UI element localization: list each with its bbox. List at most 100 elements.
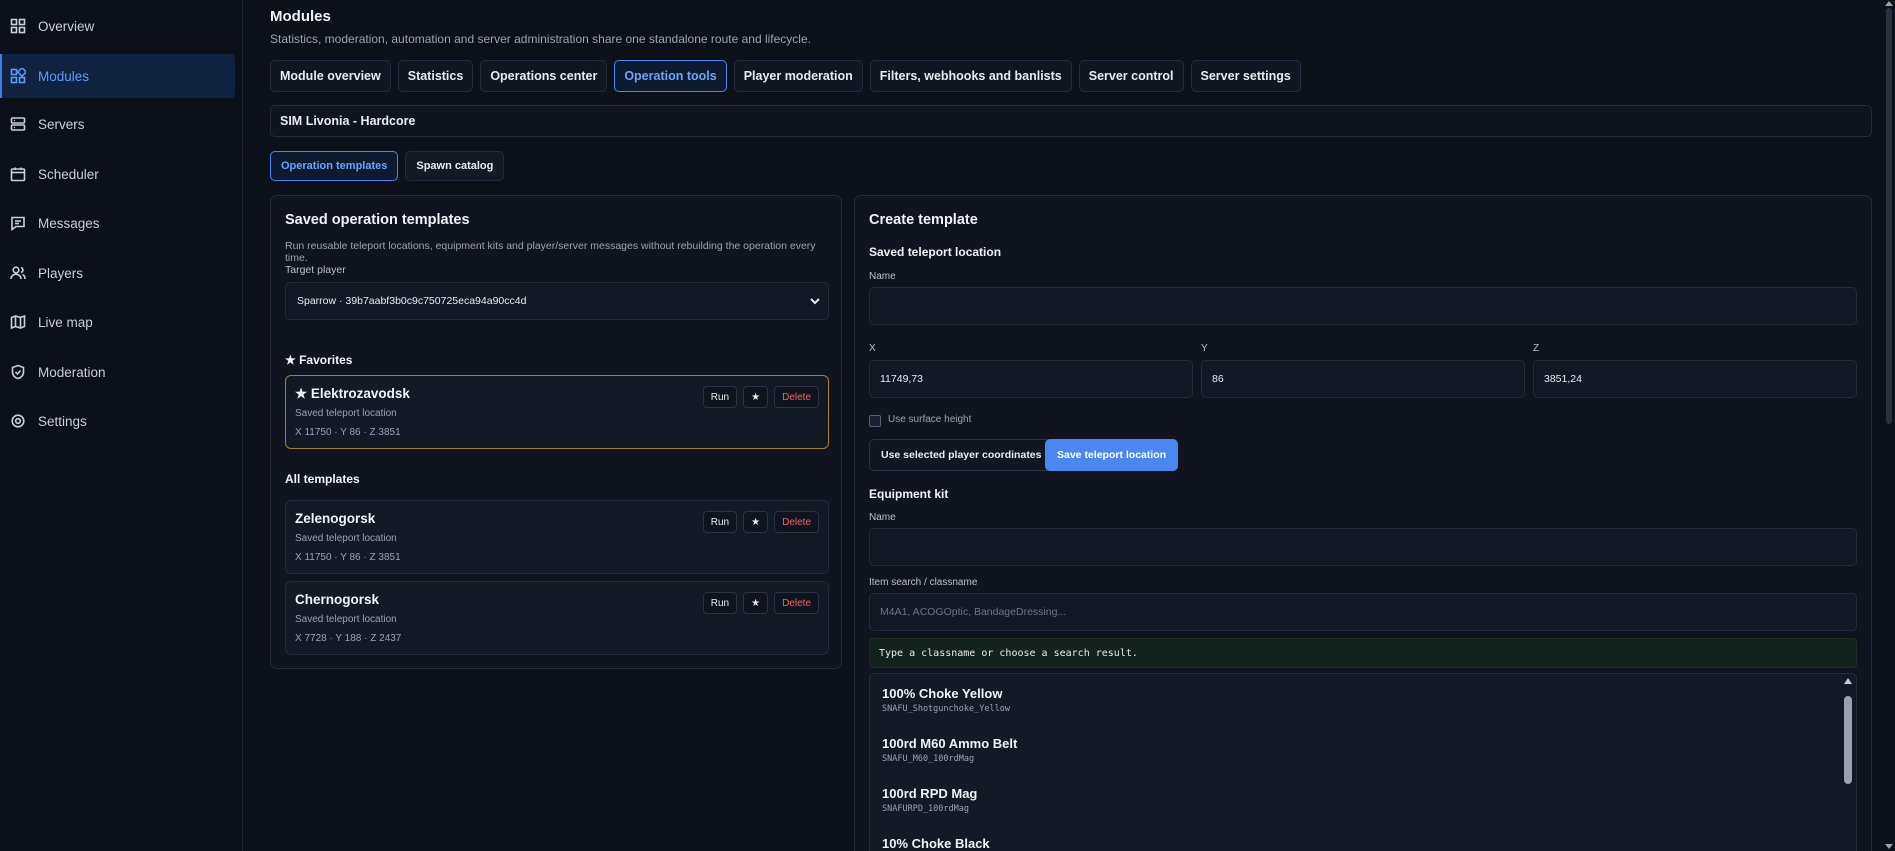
modules-icon (10, 66, 28, 84)
module-tabs: Module overview Statistics Operations ce… (270, 60, 1301, 92)
list-item[interactable]: 100rd M60 Ammo Belt SNAFU_M60_100rdMag (882, 736, 1017, 764)
star-button[interactable]: ★ (743, 592, 769, 614)
tab-server-control[interactable]: Server control (1078, 60, 1184, 92)
tab-statistics[interactable]: Statistics (397, 60, 474, 92)
tab-player-moderation[interactable]: Player moderation (733, 60, 863, 92)
z-input[interactable]: 3851,24 (1533, 360, 1857, 398)
template-card: Zelenogorsk Saved teleport location X 11… (285, 500, 829, 574)
users-icon (10, 265, 26, 281)
surface-height-checkbox[interactable] (869, 415, 881, 427)
sidebar-item-servers[interactable]: Servers (0, 102, 235, 146)
chevron-down-icon (808, 294, 822, 308)
target-player-label: Target player (285, 264, 346, 276)
star-button[interactable]: ★ (743, 511, 769, 533)
item-search-label: Item search / classname (869, 577, 978, 588)
run-button[interactable]: Run (702, 592, 738, 614)
template-card: Chernogorsk Saved teleport location X 77… (285, 581, 829, 655)
teleport-name-input[interactable] (869, 287, 1857, 325)
template-card-favorite: ★ Elektrozavodsk Saved teleport location… (285, 375, 829, 449)
target-player-value: Sparrow · 39b7aabf3b0c9c750725eca94a90cc… (297, 295, 527, 307)
sub-tabs: Operation templates Spawn catalog (270, 151, 505, 181)
scroll-down-icon[interactable] (1885, 844, 1893, 849)
sidebar-item-messages[interactable]: Messages (0, 201, 235, 245)
list-item[interactable]: 10% Choke Black (882, 836, 990, 851)
message-icon (10, 215, 26, 232)
template-type: Saved teleport location (295, 533, 397, 544)
subtab-spawn-catalog[interactable]: Spawn catalog (405, 151, 505, 181)
search-hint: Type a classname or choose a search resu… (869, 638, 1857, 668)
grid-icon (10, 18, 26, 34)
tab-filters-webhooks-banlists[interactable]: Filters, webhooks and banlists (869, 60, 1072, 92)
gear-icon (10, 413, 26, 429)
item-name: 100rd RPD Mag (882, 786, 978, 801)
list-item[interactable]: 100rd RPD Mag SNAFURPD_100rdMag (882, 786, 977, 814)
sidebar-item-settings[interactable]: Settings (0, 399, 235, 443)
template-name: Chernogorsk (295, 592, 380, 607)
favorites-heading: ★ Favorites (285, 353, 353, 367)
sidebar-item-scheduler[interactable]: Scheduler (0, 152, 235, 196)
kit-name-label: Name (869, 512, 896, 523)
server-selector[interactable]: SIM Livonia - Hardcore (270, 105, 1872, 137)
sidebar-item-label: Moderation (38, 364, 106, 380)
item-classname: SNAFURPD_100rdMag (882, 804, 969, 814)
sidebar-item-moderation[interactable]: Moderation (0, 350, 235, 394)
results-scrollbar[interactable] (1842, 676, 1854, 851)
tab-operation-tools[interactable]: Operation tools (614, 60, 727, 92)
template-coords: X 11750 · Y 86 · Z 3851 (295, 552, 401, 563)
scrollbar-thumb[interactable] (1844, 696, 1852, 784)
sidebar-item-label: Live map (38, 314, 93, 330)
y-input[interactable]: 86 (1201, 360, 1525, 398)
item-search-input[interactable]: M4A1, ACOGOptic, BandageDressing... (869, 593, 1857, 631)
item-classname: SNAFU_Shotgunchoke_Yellow (882, 704, 1010, 714)
sidebar-item-label: Overview (38, 18, 95, 34)
item-classname: SNAFU_M60_100rdMag (882, 754, 975, 764)
sidebar-item-label: Players (38, 265, 84, 281)
tab-operations-center[interactable]: Operations center (480, 60, 608, 92)
create-template-panel: Create template Saved teleport location … (854, 195, 1872, 851)
sidebar-item-label: Settings (38, 413, 87, 429)
kit-name-input[interactable] (869, 528, 1857, 566)
scroll-up-icon[interactable] (1885, 1, 1893, 6)
delete-button[interactable]: Delete (774, 592, 819, 614)
page-scrollbar[interactable] (1883, 0, 1895, 851)
name-label: Name (869, 271, 896, 282)
page-scrollbar-thumb[interactable] (1886, 8, 1892, 424)
delete-button[interactable]: Delete (774, 386, 819, 408)
template-name: ★ Elektrozavodsk (295, 386, 410, 401)
sidebar-item-live-map[interactable]: Live map (0, 300, 235, 344)
save-teleport-location-button[interactable]: Save teleport location (1045, 439, 1179, 471)
use-player-coordinates-button[interactable]: Use selected player coordinates (869, 439, 1054, 471)
all-templates-heading: All templates (285, 472, 360, 486)
target-player-select[interactable]: Sparrow · 39b7aabf3b0c9c750725eca94a90cc… (285, 282, 829, 320)
subtab-operation-templates[interactable]: Operation templates (270, 151, 399, 181)
panel-title: Saved operation templates (285, 212, 470, 228)
sidebar: Overview Modules Servers Scheduler Messa… (0, 0, 243, 851)
scroll-up-icon[interactable] (1844, 678, 1852, 684)
tab-server-settings[interactable]: Server settings (1190, 60, 1301, 92)
calendar-icon (10, 166, 26, 182)
sidebar-item-players[interactable]: Players (0, 251, 235, 295)
template-type: Saved teleport location (295, 408, 397, 419)
y-label: Y (1201, 343, 1208, 354)
run-button[interactable]: Run (702, 386, 738, 408)
item-name: 100% Choke Yellow (882, 686, 1003, 701)
star-button[interactable]: ★ (743, 386, 769, 408)
template-coords: X 11750 · Y 86 · Z 3851 (295, 427, 401, 438)
item-name: 100rd M60 Ammo Belt (882, 736, 1018, 751)
server-icon (10, 116, 26, 132)
teleport-heading: Saved teleport location (869, 245, 1002, 259)
tab-module-overview[interactable]: Module overview (270, 60, 391, 92)
list-item[interactable]: 100% Choke Yellow SNAFU_Shotgunchoke_Yel… (882, 686, 1010, 714)
x-input[interactable]: 11749,73 (869, 360, 1193, 398)
main-content: Modules Statistics, moderation, automati… (243, 0, 1895, 851)
sidebar-item-modules[interactable]: Modules (0, 54, 235, 98)
surface-height-label: Use surface height (888, 414, 972, 425)
sidebar-item-overview[interactable]: Overview (0, 4, 235, 48)
x-label: X (869, 343, 876, 354)
saved-templates-panel: Saved operation templates Run reusable t… (270, 195, 842, 669)
delete-button[interactable]: Delete (774, 511, 819, 533)
run-button[interactable]: Run (702, 511, 738, 533)
sidebar-item-label: Modules (38, 68, 90, 84)
template-coords: X 7728 · Y 188 · Z 2437 (295, 633, 402, 644)
sidebar-item-label: Servers (38, 116, 85, 132)
